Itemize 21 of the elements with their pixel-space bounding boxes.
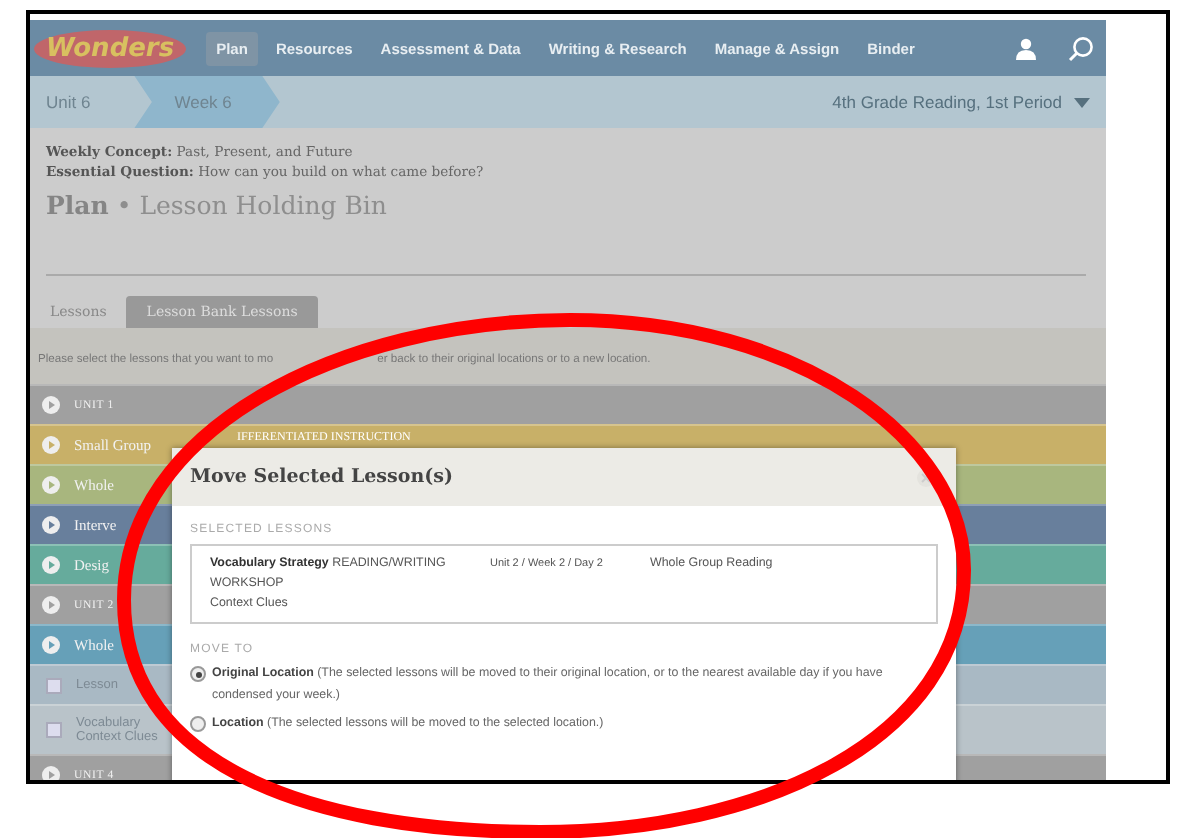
search-icon[interactable] xyxy=(1068,35,1094,61)
page-title: Plan • Lesson Holding Bin xyxy=(46,190,389,224)
user-icon[interactable] xyxy=(1016,37,1036,59)
play-circle-icon[interactable] xyxy=(42,556,60,574)
play-circle-icon[interactable] xyxy=(42,396,60,414)
class-selector[interactable]: 4th Grade Reading, 1st Period xyxy=(832,92,1106,112)
play-circle-icon[interactable] xyxy=(42,516,60,534)
radio-button[interactable] xyxy=(190,666,206,682)
wonders-logo[interactable]: Wonders xyxy=(34,29,187,67)
play-circle-icon[interactable] xyxy=(42,636,60,654)
play-circle-icon[interactable] xyxy=(42,476,60,494)
play-circle-icon[interactable] xyxy=(42,596,60,614)
unit-breadcrumb[interactable]: Unit 6 xyxy=(30,92,135,112)
dialog-title: Move Selected Lesson(s) xyxy=(190,466,453,488)
radio-button[interactable] xyxy=(190,716,206,732)
play-circle-icon[interactable] xyxy=(42,436,60,454)
checkbox[interactable] xyxy=(46,677,62,693)
week-breadcrumb[interactable]: Week 6 xyxy=(134,76,280,128)
close-icon[interactable] xyxy=(916,467,936,487)
caret-icon xyxy=(1074,97,1090,107)
checkbox[interactable] xyxy=(46,722,62,738)
